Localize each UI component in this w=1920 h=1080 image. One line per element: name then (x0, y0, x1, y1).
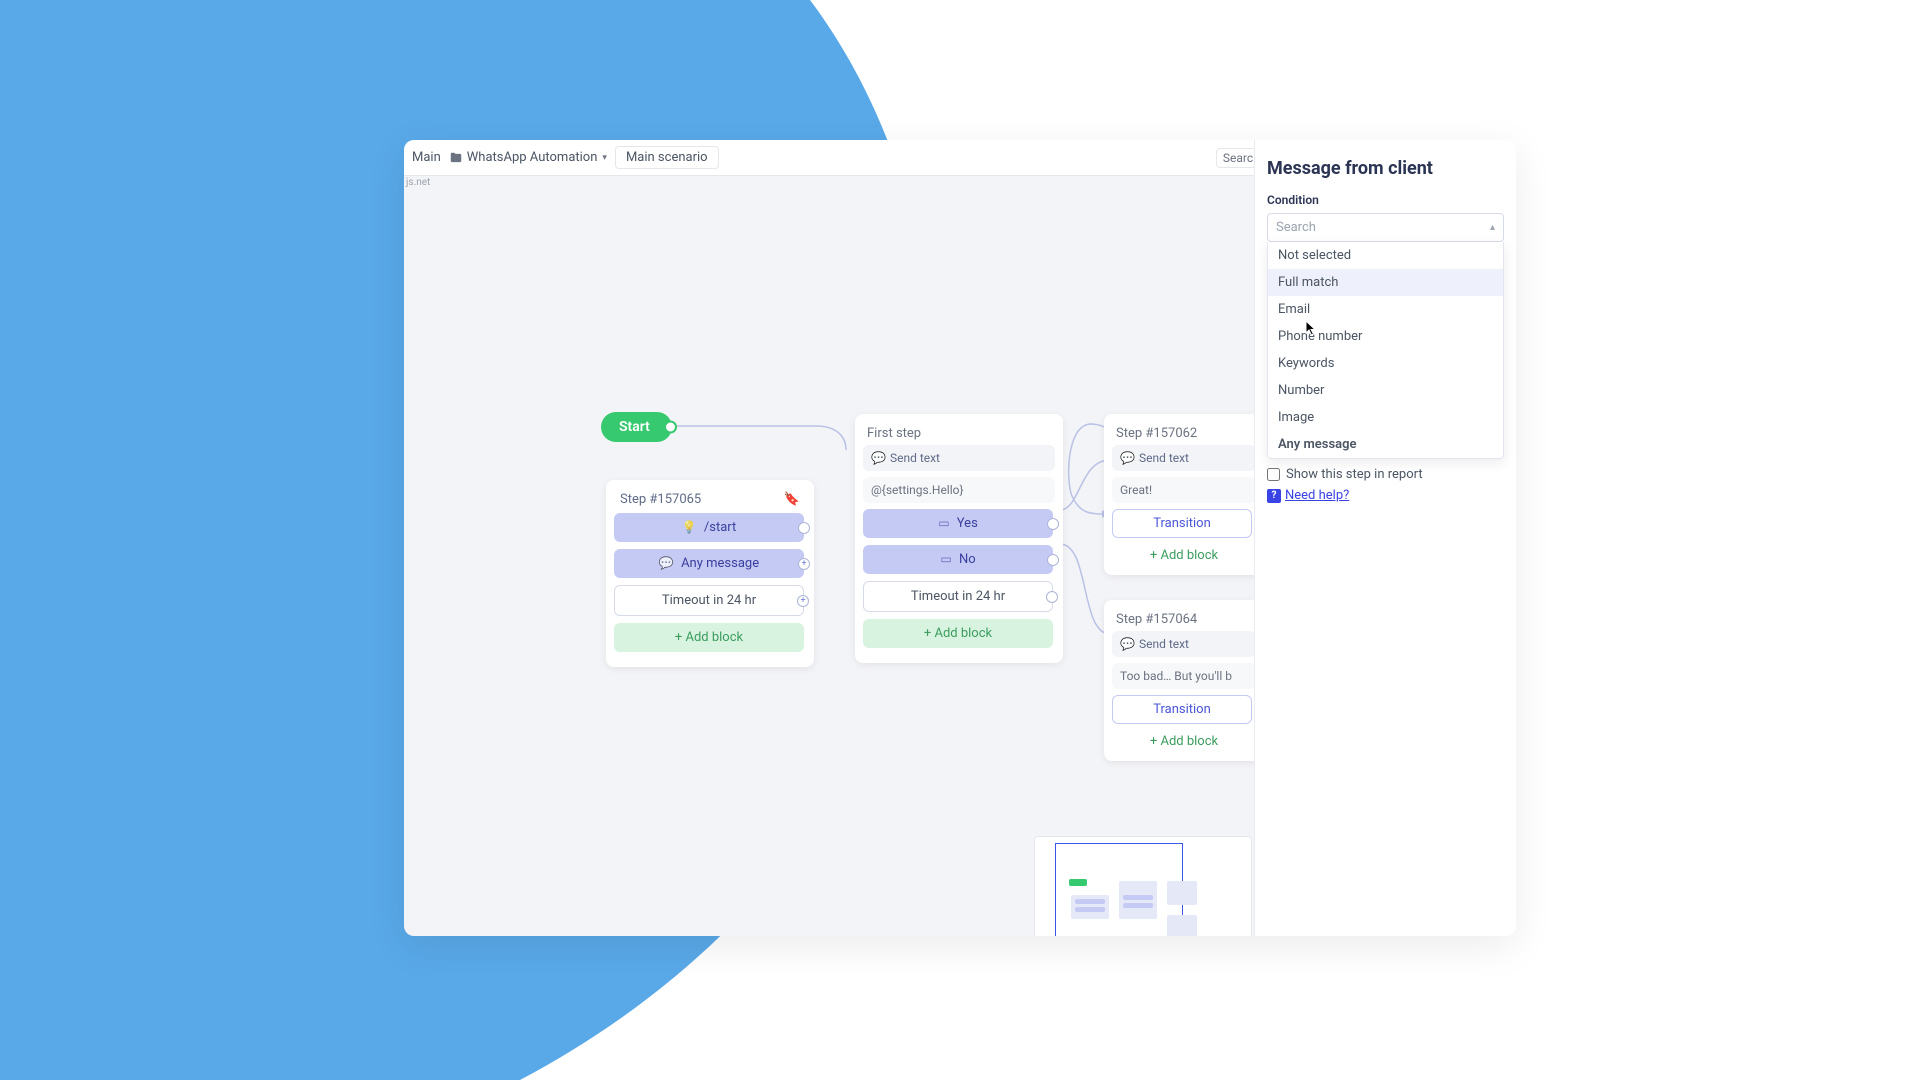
condition-dropdown: Not selectedFull matchEmailPhone numberK… (1267, 242, 1504, 459)
output-port[interactable] (1047, 554, 1059, 566)
add-block-button[interactable]: + Add block (1112, 730, 1256, 753)
app-window: Main WhatsApp Automation ▾ Main scenario… (404, 140, 1516, 936)
chevron-up-icon: ▴ (1490, 222, 1495, 233)
step-157064-card[interactable]: Step #157064 💬 Send text Too bad… But yo… (1104, 600, 1264, 761)
add-port[interactable]: + (797, 595, 809, 607)
bulb-icon: 💡 (682, 520, 697, 534)
output-port[interactable] (798, 522, 810, 534)
chat-icon: 💬 (1120, 637, 1135, 651)
right-sidebar: Message from client Condition Search ▴ N… (1254, 140, 1516, 936)
step-157062-card[interactable]: Step #157062 💬 Send text Great! Transiti… (1104, 414, 1264, 575)
send-text-block[interactable]: 💬 Send text (1112, 631, 1256, 657)
condition-chip-any-message[interactable]: 💬 Any message + (614, 549, 804, 578)
chat-icon: 💬 (1120, 451, 1135, 465)
card-icon: ▭ (938, 516, 949, 530)
step-title: First step (863, 422, 1055, 445)
show-in-report-checkbox[interactable]: Show this step in report (1267, 467, 1504, 482)
condition-label: Condition (1267, 193, 1504, 207)
dropdown-option[interactable]: Keywords (1268, 350, 1503, 377)
dropdown-option[interactable]: Any message (1268, 431, 1503, 458)
breadcrumb-main[interactable]: Main (412, 150, 441, 165)
option-no[interactable]: ▭ No (863, 545, 1053, 574)
card-icon: ▭ (940, 552, 951, 566)
send-text-content: Too bad… But you'll b (1112, 663, 1256, 689)
send-text-block[interactable]: 💬 Send text (1112, 445, 1256, 471)
minimap[interactable] (1034, 836, 1252, 936)
add-block-button[interactable]: + Add block (1112, 544, 1256, 567)
mouse-cursor (1304, 320, 1320, 336)
folder-icon (449, 151, 463, 165)
timeout-chip[interactable]: Timeout in 24 hr (863, 581, 1053, 612)
send-text-content: @{settings.Hello} (863, 477, 1055, 503)
output-port[interactable] (1047, 518, 1059, 530)
breadcrumb-folder[interactable]: WhatsApp Automation ▾ (449, 150, 607, 165)
start-node[interactable]: Start (601, 412, 672, 442)
dropdown-option[interactable]: Email (1268, 296, 1503, 323)
chevron-down-icon: ▾ (602, 153, 607, 163)
dropdown-option[interactable]: Image (1268, 404, 1503, 431)
send-text-block[interactable]: 💬 Send text (863, 445, 1055, 471)
condition-search-input[interactable]: Search ▴ (1267, 213, 1504, 242)
sidebar-title: Message from client (1267, 158, 1504, 179)
condition-chip-start[interactable]: 💡 /start (614, 513, 804, 542)
connector (666, 422, 856, 462)
first-step-card[interactable]: First step 💬 Send text @{settings.Hello}… (855, 414, 1063, 663)
add-block-button[interactable]: + Add block (863, 619, 1053, 648)
checkbox[interactable] (1267, 468, 1280, 481)
add-block-button[interactable]: + Add block (614, 623, 804, 652)
send-text-content: Great! (1112, 477, 1256, 503)
scenario-tab[interactable]: Main scenario (615, 146, 719, 169)
output-port[interactable] (664, 421, 677, 434)
step-157065-card[interactable]: Step #157065 🔖 💡 /start 💬 Any message + … (606, 480, 814, 667)
breadcrumb: Main WhatsApp Automation ▾ Main scenario (412, 146, 719, 169)
dropdown-option[interactable]: Number (1268, 377, 1503, 404)
add-port[interactable]: + (798, 558, 810, 570)
dropdown-option[interactable]: Not selected (1268, 242, 1503, 269)
bookmark-icon[interactable]: 🔖 (784, 492, 800, 507)
transition-chip[interactable]: Transition (1112, 695, 1252, 724)
step-title: Step #157062 (1112, 422, 1256, 445)
help-icon: ? (1267, 489, 1281, 503)
step-title: Step #157065 (620, 492, 701, 507)
step-title: Step #157064 (1112, 608, 1256, 631)
transition-chip[interactable]: Transition (1112, 509, 1252, 538)
message-icon: 💬 (659, 556, 674, 570)
timeout-chip[interactable]: Timeout in 24 hr + (614, 585, 804, 616)
need-help-link[interactable]: ? Need help? (1267, 488, 1504, 503)
dropdown-option[interactable]: Full match (1268, 269, 1503, 296)
chat-icon: 💬 (871, 451, 886, 465)
output-port[interactable] (1046, 591, 1058, 603)
option-yes[interactable]: ▭ Yes (863, 509, 1053, 538)
